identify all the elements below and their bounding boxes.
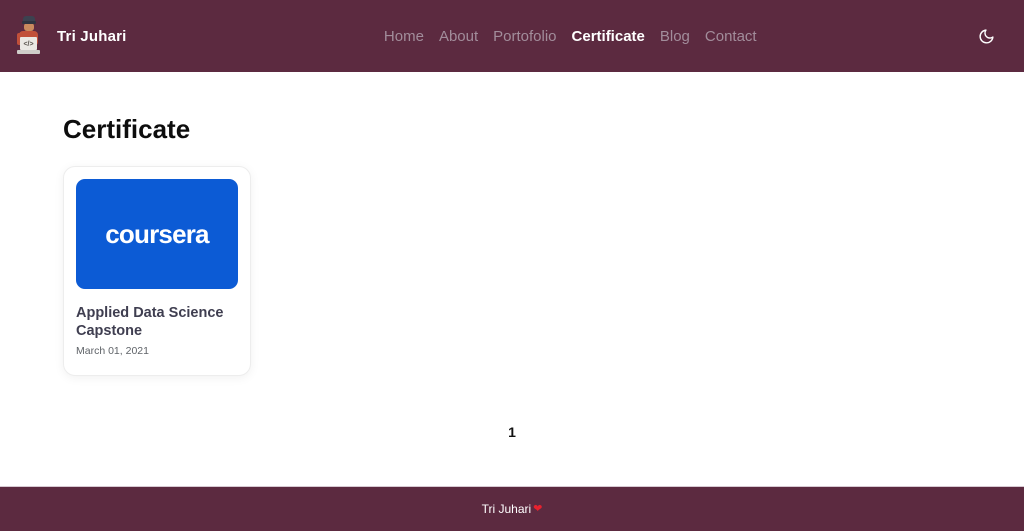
certificate-title: Applied Data Science Capstone [76,305,224,339]
avatar-icon: </> [17,16,40,54]
nav-item-blog[interactable]: Blog [660,28,690,45]
certificate-card[interactable]: coursera Applied Data Science Capstone M… [63,166,251,377]
footer-text: Tri Juhari [481,502,532,516]
nav-item-home[interactable]: Home [384,28,424,45]
main-nav: Home About Portofolio Certificate Blog C… [167,28,974,45]
svg-text:</>: </> [23,41,33,48]
nav-item-contact[interactable]: Contact [705,28,757,45]
nav-item-certificate[interactable]: Certificate [572,28,645,45]
moon-icon [979,28,994,43]
nav-item-portofolio[interactable]: Portofolio [493,28,556,45]
footer: Tri Juhari ❤ [0,487,1024,531]
certificate-date: March 01, 2021 [76,345,149,358]
heart-icon: ❤ [533,502,543,515]
pagination-page-1[interactable]: 1 [502,422,522,442]
nav-item-about[interactable]: About [439,28,478,45]
header: </> Tri Juhari Home About Portofolio Cer… [0,0,1024,72]
coursera-logo-text: coursera [105,218,209,249]
brand-name[interactable]: Tri Juhari [57,28,127,45]
main-content: Certificate coursera Applied Data Scienc… [0,72,1024,442]
pagination: 1 [63,422,961,442]
page-title: Certificate [63,114,191,144]
coursera-logo: coursera [76,179,238,289]
brand[interactable]: </> Tri Juhari [14,15,127,57]
theme-toggle-button[interactable] [974,24,998,48]
